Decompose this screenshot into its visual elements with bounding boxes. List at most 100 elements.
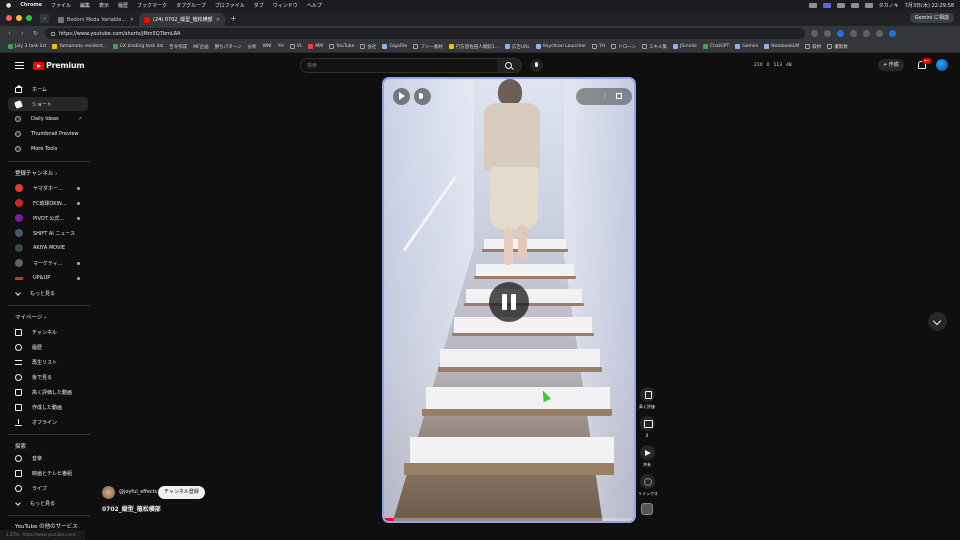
status-app-icon[interactable] bbox=[836, 2, 845, 8]
bookmark-folder[interactable]: ドローン bbox=[611, 44, 636, 50]
bookmark-item[interactable]: EX binding task list bbox=[113, 44, 163, 49]
bookmark-item[interactable]: 広告URL bbox=[504, 44, 530, 50]
channel-handle[interactable]: @joyful_effects bbox=[119, 489, 157, 495]
thumbs-up-icon[interactable] bbox=[639, 387, 655, 402]
sidebar-channel[interactable]: AKIYA MOVIE bbox=[8, 241, 88, 255]
play-button-icon[interactable] bbox=[393, 88, 410, 105]
menubar-item[interactable]: ブックマーク bbox=[137, 2, 167, 9]
remix-action[interactable]: リミックス bbox=[638, 474, 658, 497]
pause-overlay-icon[interactable] bbox=[489, 282, 529, 322]
bookmark-item[interactable]: 分析 bbox=[247, 44, 256, 50]
sidebar-item-movies[interactable]: 映画とテレビ番組 bbox=[8, 466, 88, 480]
menubar-item[interactable]: タブ bbox=[254, 2, 264, 9]
close-tab-icon[interactable]: ✕ bbox=[130, 17, 134, 23]
shorts-player[interactable]: ⋮ bbox=[382, 77, 636, 523]
url-text[interactable]: https://www.youtube.com/shorts/jMm5Q7bmL… bbox=[59, 31, 180, 37]
close-window-icon[interactable] bbox=[6, 15, 12, 21]
channel-avatar[interactable] bbox=[102, 486, 115, 499]
sidebar-channel[interactable]: SHIFT AI ニュース bbox=[8, 226, 88, 240]
status-app-icon[interactable] bbox=[808, 2, 817, 8]
sidebar-item-playlists[interactable]: 再生リスト bbox=[8, 355, 88, 369]
menubar-item[interactable]: 履歴 bbox=[118, 2, 128, 9]
menubar-item[interactable]: ヘルプ bbox=[307, 2, 322, 9]
show-more-channels-button[interactable]: もっと見る bbox=[8, 286, 88, 300]
forward-icon[interactable]: › bbox=[19, 30, 26, 37]
sidebar-item-more-tools[interactable]: More Tools bbox=[8, 142, 88, 156]
sound-thumbnail[interactable] bbox=[638, 503, 656, 515]
sidebar-item-your-videos[interactable]: 作成した動画 bbox=[8, 400, 88, 414]
sidebar-item-live[interactable]: ライブ bbox=[8, 481, 88, 495]
cast-icon[interactable] bbox=[811, 30, 818, 37]
menubar-item[interactable]: ファイル bbox=[51, 2, 71, 9]
bookmark-item[interactable]: YH bbox=[278, 44, 284, 49]
browser-tab-adobe[interactable]: Bodoni Moda Variable | Adob ✕ bbox=[53, 13, 139, 26]
apple-icon[interactable]: ● bbox=[6, 2, 11, 9]
bookmark-folder[interactable]: 取材 bbox=[805, 44, 821, 50]
sidebar-item-shorts[interactable]: ショート bbox=[8, 97, 88, 111]
tab-search-chevron-icon[interactable]: ⌄ bbox=[40, 14, 49, 23]
comment-icon[interactable] bbox=[639, 416, 655, 431]
menubar-item[interactable]: プロファイル bbox=[215, 2, 245, 9]
menubar-item[interactable]: ウィンドウ bbox=[273, 2, 298, 9]
bookmark-item[interactable]: WNI bbox=[262, 44, 271, 49]
my-page-heading[interactable]: マイページ › bbox=[15, 313, 46, 321]
menubar-item[interactable]: 表示 bbox=[99, 2, 109, 9]
account-avatar[interactable] bbox=[936, 59, 948, 71]
subscribe-button[interactable]: チャンネル登録 bbox=[158, 486, 205, 499]
sidebar-item-daily-ideas[interactable]: Daily Ideas ↗ bbox=[8, 112, 88, 126]
bookmark-item[interactable]: MM bbox=[308, 44, 323, 49]
sidebar-item-channel[interactable]: チャンネル bbox=[8, 325, 88, 339]
bookmark-item[interactable]: ChatGPT bbox=[702, 44, 729, 49]
sidebar-channel[interactable]: FC琉球OKINAW... bbox=[8, 196, 88, 210]
guide-menu-icon[interactable] bbox=[15, 62, 24, 69]
back-icon[interactable]: ‹ bbox=[6, 30, 13, 37]
more-options-icon[interactable]: ⋮ bbox=[602, 92, 608, 99]
menubar-item[interactable]: 編集 bbox=[80, 2, 90, 9]
video-progress-bar[interactable] bbox=[384, 518, 634, 521]
menubar-user[interactable]: タカノキ bbox=[879, 2, 899, 9]
sidebar-item-thumbnail-preview[interactable]: Thumbnail Preview bbox=[8, 127, 88, 141]
bookmark-folder[interactable]: 撮影数 bbox=[827, 44, 848, 50]
search-box[interactable] bbox=[300, 58, 522, 73]
profile-avatar-icon[interactable] bbox=[889, 30, 896, 37]
sidebar-item-home[interactable]: ホーム bbox=[8, 82, 88, 96]
share-icon[interactable] bbox=[639, 445, 655, 460]
address-bar[interactable]: https://www.youtube.com/shorts/jMm5Q7bmL… bbox=[45, 28, 805, 39]
bookmark-item[interactable]: NotebookLM bbox=[764, 44, 799, 49]
bookmark-item[interactable]: July 3 task list bbox=[8, 44, 46, 49]
extensions-puzzle-icon[interactable] bbox=[876, 30, 883, 37]
menubar-app-name[interactable]: Chrome bbox=[20, 2, 42, 8]
remix-icon[interactable] bbox=[639, 474, 655, 489]
bookmark-folder[interactable]: VL bbox=[289, 44, 302, 49]
subscriptions-heading[interactable]: 登録チャンネル › bbox=[15, 169, 57, 177]
sidebar-item-liked-videos[interactable]: 高く評価した動画 bbox=[8, 385, 88, 399]
bookmark-item[interactable]: Yamamoto resident... bbox=[52, 44, 107, 49]
youtube-logo[interactable]: Premium bbox=[33, 61, 85, 70]
sound-thumbnail-icon[interactable] bbox=[641, 503, 653, 515]
fullscreen-window-icon[interactable] bbox=[26, 15, 32, 21]
bookmark-item[interactable]: 勝ちパターン bbox=[215, 44, 242, 50]
microphone-icon[interactable] bbox=[530, 59, 543, 72]
close-tab-icon[interactable]: ✕ bbox=[216, 17, 220, 23]
sidebar-item-watch-later[interactable]: 後で見る bbox=[8, 370, 88, 384]
bookmark-folder[interactable]: YH bbox=[592, 44, 605, 49]
wifi-icon[interactable] bbox=[864, 2, 873, 8]
bookmark-star-icon[interactable] bbox=[824, 30, 831, 37]
gemini-button[interactable]: Gemini に相談 bbox=[909, 13, 954, 23]
share-action[interactable]: 共有 bbox=[638, 445, 656, 468]
menubar-item[interactable]: タブグループ bbox=[176, 2, 206, 9]
sidebar-item-music[interactable]: 音楽 bbox=[8, 451, 88, 465]
bookmark-folder[interactable]: YouTube bbox=[329, 44, 354, 49]
show-more-explore-button[interactable]: もっと見る bbox=[8, 496, 88, 510]
new-tab-icon[interactable]: + bbox=[230, 14, 237, 23]
bookmark-item[interactable]: JSmints bbox=[673, 44, 697, 49]
bookmark-item[interactable]: 告令作成 bbox=[169, 44, 187, 50]
volume-icon[interactable] bbox=[414, 88, 431, 105]
video-title[interactable]: 0702_縦型_植松横部 bbox=[102, 504, 161, 513]
bookmark-item[interactable]: Keychron Launcher bbox=[535, 44, 586, 49]
sidebar-channel[interactable]: ヤマダホームズ... bbox=[8, 181, 88, 195]
menubar-clock[interactable]: 7月3日(木) 22:29:58 bbox=[905, 2, 954, 9]
create-button[interactable]: + 作成 bbox=[878, 59, 904, 71]
bookmark-folder[interactable]: フリー素材 bbox=[413, 44, 443, 50]
reload-icon[interactable]: ↻ bbox=[32, 30, 39, 37]
